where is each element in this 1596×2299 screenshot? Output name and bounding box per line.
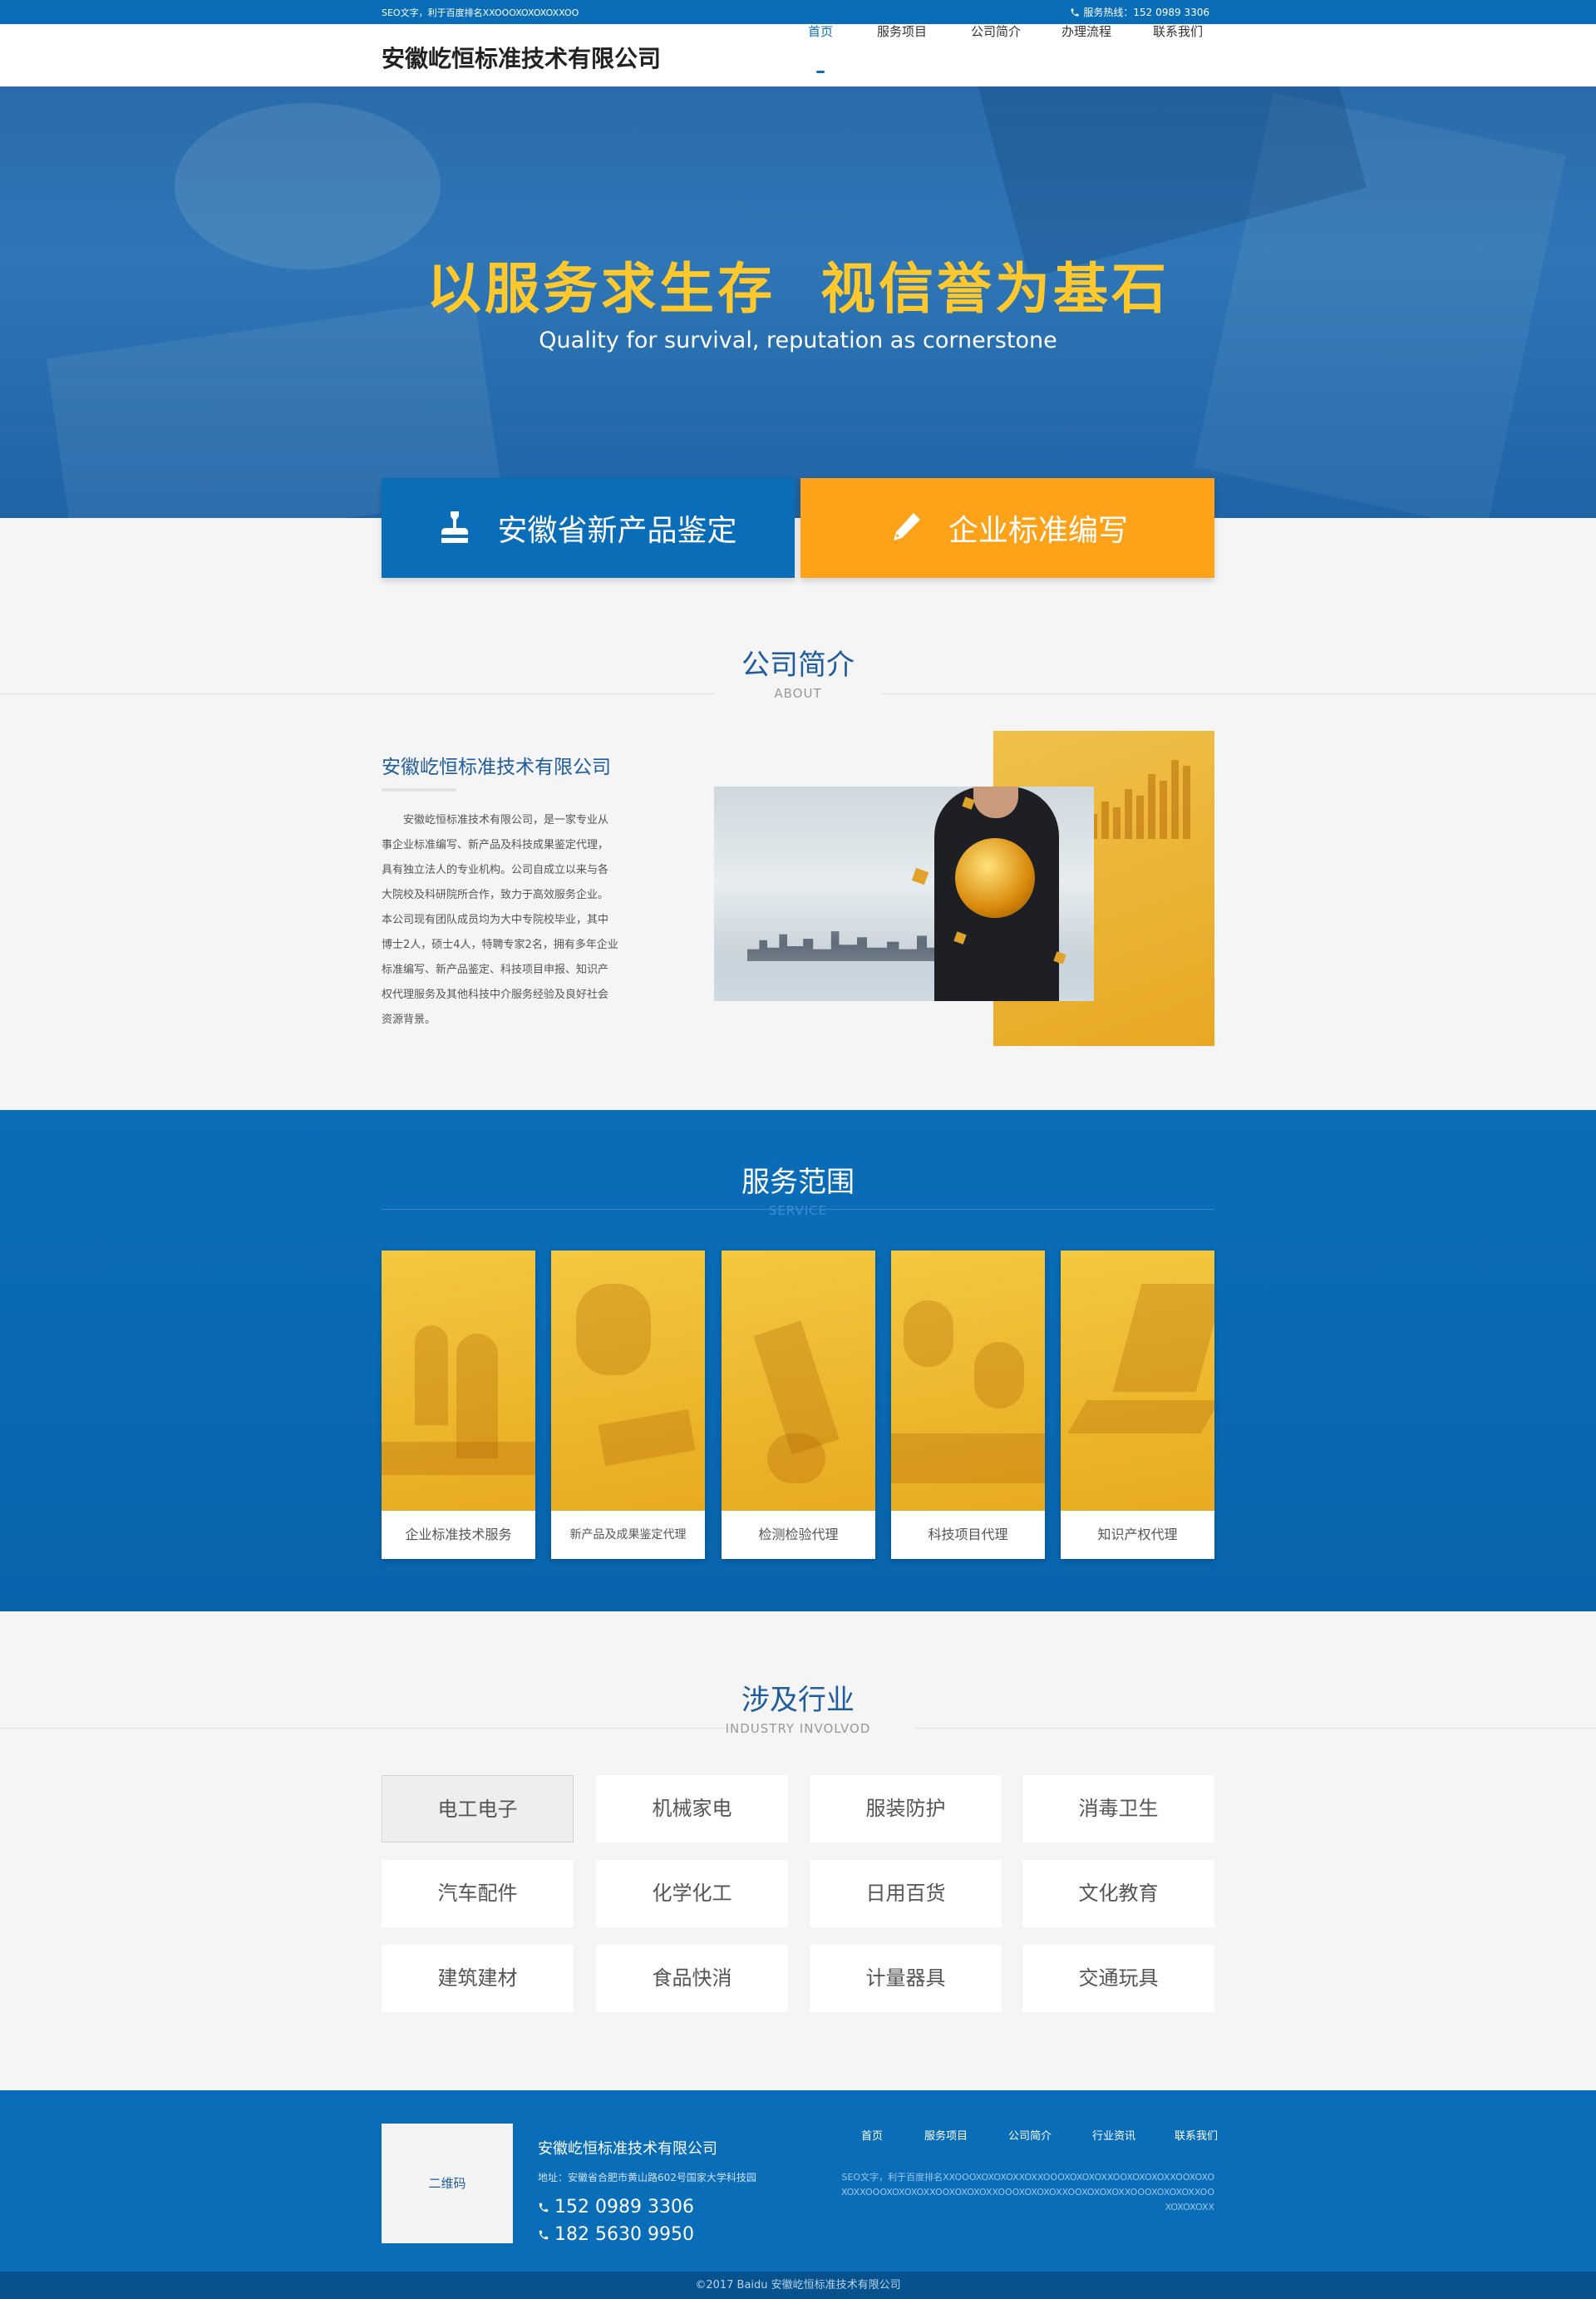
industry-item-toys[interactable]: 交通玩具 [1022, 1945, 1214, 2012]
industry-title-en: INDUSTRY INVOLVOD [725, 1721, 871, 1736]
copyright: ©2017 Baidu 安徽屹恒标准技术有限公司 [0, 2272, 1596, 2299]
industry-item-education[interactable]: 文化教育 [1022, 1860, 1214, 1927]
service-title-cn: 服务范围 [741, 1166, 855, 1199]
service-card[interactable]: 知识产权代理 [1061, 1251, 1214, 1559]
service-image-documents [891, 1251, 1045, 1511]
service-label: 科技项目代理 [928, 1527, 1008, 1542]
service-image-meeting [382, 1251, 535, 1511]
title-underline [382, 788, 456, 792]
footer-nav-services[interactable]: 服务项目 [924, 2127, 968, 2143]
seo-text: SEO文字，利于百度排名XXOOOXOXOXOXXOO [382, 7, 579, 18]
new-product-appraisal-button[interactable]: 安徽省新产品鉴定 [382, 478, 795, 578]
footer-seo-text: SEO文字，利于百度排名XXOOOXOXOXOXXOXXOOOXOXOXOXXO… [840, 2172, 1214, 2213]
phone-icon [1071, 8, 1079, 17]
industry-item-measuring[interactable]: 计量器具 [810, 1945, 1002, 2012]
cube-decor [911, 867, 929, 886]
stamp-icon [441, 511, 469, 543]
industry-item-construction[interactable]: 建筑建材 [382, 1945, 574, 2012]
service-title-en: SERVICE [768, 1203, 828, 1218]
footer-company-name: 安徽屹恒标准技术有限公司 [538, 2140, 717, 2158]
nav-about[interactable]: 公司简介 [971, 22, 1021, 40]
qr-code: 二维码 [382, 2124, 513, 2243]
service-image-money [722, 1251, 875, 1511]
service-card[interactable]: 科技项目代理 [891, 1251, 1045, 1559]
golden-globe [955, 838, 1035, 918]
banner-slogan: 以服务求生存 视信誉为基石 [426, 257, 1170, 321]
service-card[interactable]: 检测检验代理 [722, 1251, 875, 1559]
footer-phone-2: 182 5630 9950 [538, 2224, 694, 2245]
industry-item-hygiene[interactable]: 消毒卫生 [1022, 1775, 1214, 1843]
phone-icon [539, 2203, 549, 2213]
service-label: 新产品及成果鉴定代理 [569, 1528, 687, 1542]
divider [382, 1209, 1214, 1210]
site-logo[interactable]: 安徽屹恒标准技术有限公司 [382, 41, 661, 74]
industry-title-cn: 涉及行业 [741, 1684, 855, 1717]
industry-item-food[interactable]: 食品快消 [596, 1945, 788, 2012]
chart-decor [1090, 747, 1198, 839]
service-label: 检测检验代理 [758, 1527, 839, 1542]
phone-number: 152 0989 3306 [554, 2197, 694, 2218]
service-image-hand-pen [551, 1251, 705, 1511]
standard-writing-button[interactable]: 企业标准编写 [800, 478, 1214, 578]
service-card[interactable]: 新产品及成果鉴定代理 [551, 1251, 705, 1559]
industry-item-auto-parts[interactable]: 汽车配件 [382, 1860, 574, 1927]
service-label: 企业标准技术服务 [405, 1527, 512, 1542]
about-description: 安徽屹恒标准技术有限公司，是一家专业从事企业标准编写、新产品及科技成果鉴定代理，… [382, 814, 618, 1026]
nav-home[interactable]: 首页 [808, 22, 833, 40]
industry-item-electrical[interactable]: 电工电子 [382, 1775, 574, 1843]
footer-address: 地址：安徽省合肥市黄山路602号国家大学科技园 [538, 2172, 756, 2183]
about-title-cn: 公司简介 [741, 649, 855, 682]
service-image-laptop [1061, 1251, 1214, 1511]
standard-writing-label: 企业标准编写 [948, 514, 1128, 548]
footer-nav-news[interactable]: 行业资讯 [1092, 2127, 1135, 2143]
about-image-businessman [714, 787, 1094, 1001]
pencil-icon [893, 513, 920, 540]
about-company-name: 安徽屹恒标准技术有限公司 [382, 757, 611, 778]
nav-active-indicator [816, 71, 825, 73]
footer: 二维码 安徽屹恒标准技术有限公司 地址：安徽省合肥市黄山路602号国家大学科技园… [0, 2090, 1596, 2299]
service-card[interactable]: 企业标准技术服务 [382, 1251, 535, 1559]
about-section-title: 公司简介 ABOUT [0, 642, 1596, 701]
footer-nav-contact[interactable]: 联系我们 [1175, 2127, 1218, 2143]
industry-item-apparel[interactable]: 服装防护 [810, 1775, 1002, 1843]
footer-nav-about[interactable]: 公司简介 [1008, 2127, 1052, 2143]
service-label: 知识产权代理 [1097, 1527, 1178, 1542]
new-product-appraisal-label: 安徽省新产品鉴定 [497, 514, 737, 548]
header: 安徽屹恒标准技术有限公司 [0, 24, 1596, 86]
hotline: 服务热线：152 0989 3306 [1070, 5, 1209, 19]
nav-process[interactable]: 办理流程 [1062, 22, 1111, 40]
phone-number: 182 5630 9950 [554, 2224, 694, 2245]
nav-contact[interactable]: 联系我们 [1153, 22, 1203, 40]
top-bar: SEO文字，利于百度排名XXOOOXOXOXOXXOO 服务热线：152 098… [0, 0, 1596, 24]
banner-subtitle: Quality for survival, reputation as corn… [539, 328, 1057, 353]
footer-phone-1: 152 0989 3306 [538, 2197, 694, 2218]
nav-services[interactable]: 服务项目 [877, 22, 927, 40]
hero-banner: 以服务求生存 视信誉为基石 Quality for survival, repu… [0, 86, 1596, 518]
industry-item-chemical[interactable]: 化学化工 [596, 1860, 788, 1927]
industry-section-title: 涉及行业 INDUSTRY INVOLVOD [0, 1677, 1596, 1736]
footer-nav-home[interactable]: 首页 [861, 2127, 883, 2143]
industry-item-daily-goods[interactable]: 日用百货 [810, 1860, 1002, 1927]
industry-item-machinery[interactable]: 机械家电 [596, 1775, 788, 1843]
about-title-en: ABOUT [774, 686, 822, 701]
phone-icon [539, 2230, 549, 2240]
hotline-text: 服务热线：152 0989 3306 [1083, 7, 1209, 18]
